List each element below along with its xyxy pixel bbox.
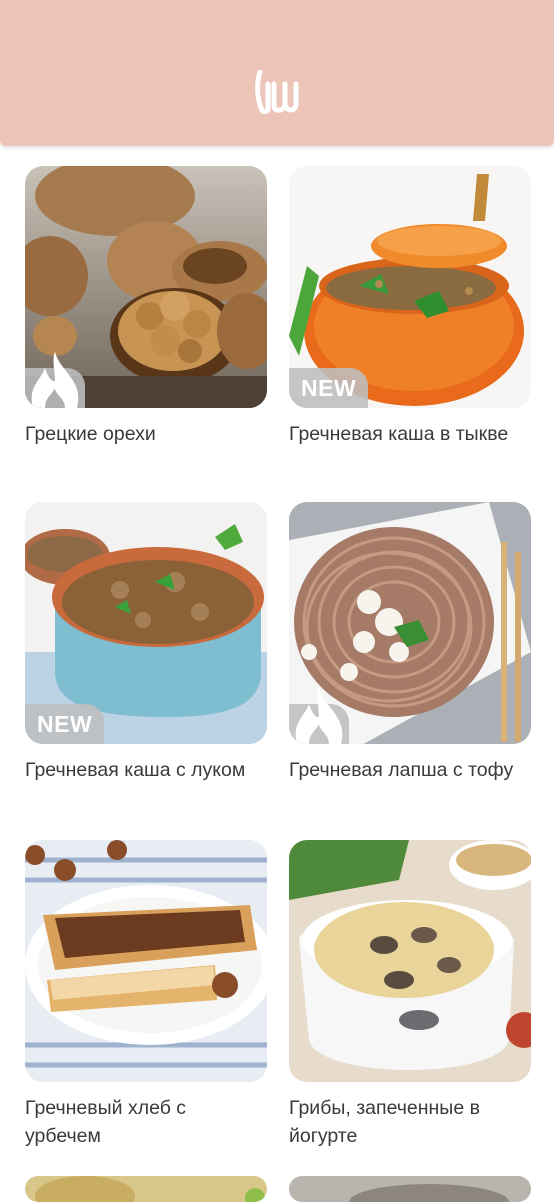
recipe-title: Грецкие орехи (25, 423, 156, 445)
recipe-card-partial[interactable] (289, 1176, 531, 1202)
recipe-photo (25, 1176, 267, 1202)
popular-badge (25, 351, 85, 408)
recipe-card-buckwheat-onion[interactable]: NEW Гречневая каша с луком (25, 502, 267, 784)
recipe-photo (289, 502, 531, 744)
recipe-card-baked-mushrooms[interactable]: Грибы, запеченные в йогурте (289, 840, 531, 1150)
recipe-card-buckwheat-noodles[interactable]: Гречневая лапша с тофу (289, 502, 531, 784)
recipe-card-buckwheat-pumpkin[interactable]: NEW Гречневая каша в тыкве (289, 166, 531, 448)
new-badge: NEW (25, 704, 105, 744)
recipe-title: Гречневая лапша с тофу (289, 759, 514, 781)
new-badge: NEW (289, 368, 369, 408)
flame-icon (31, 351, 79, 408)
recipe-photo: NEW (289, 166, 531, 408)
recipe-title: Гречневая каша с луком (25, 759, 246, 781)
popular-badge (289, 687, 349, 744)
recipe-card-walnuts[interactable]: Грецкие орехи (25, 166, 267, 448)
recipe-title: Гречневый хлеб с урбечем (25, 1097, 187, 1147)
recipe-photo (289, 1176, 531, 1202)
recipe-title: Гречневая каша в тыкве (289, 423, 509, 445)
recipe-photo (25, 840, 267, 1082)
recipe-grid: Грецкие орехи NEW Гречневая каша в тыкве… (0, 0, 554, 1202)
recipe-photo (289, 840, 531, 1082)
recipe-card-partial[interactable] (25, 1176, 267, 1202)
recipe-photo (25, 166, 267, 408)
recipe-card-buckwheat-bread[interactable]: Гречневый хлеб с урбечем (25, 840, 267, 1150)
flame-icon (295, 687, 343, 744)
recipe-title: Грибы, запеченные в йогурте (289, 1097, 480, 1147)
recipe-photo: NEW (25, 502, 267, 744)
